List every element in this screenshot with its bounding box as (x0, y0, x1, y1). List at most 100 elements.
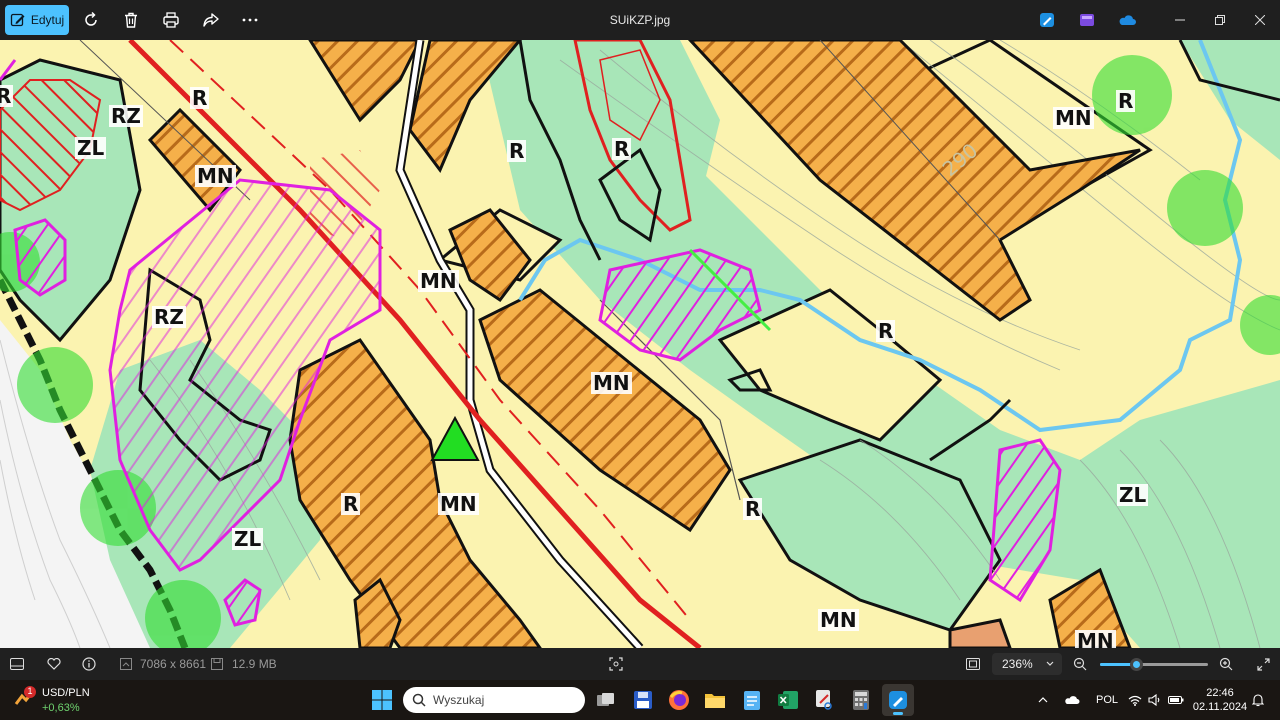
active-app-indicator (893, 712, 903, 715)
map-label: R (0, 85, 14, 107)
close-icon (1255, 15, 1265, 25)
tray-onedrive[interactable] (1064, 680, 1080, 720)
minimize-icon (1175, 19, 1185, 21)
stock-change: +0,63% (42, 702, 80, 714)
favorite-icon[interactable] (44, 654, 64, 674)
map-label: MN (818, 608, 859, 632)
floppy-save-icon (634, 691, 652, 709)
delete-icon[interactable] (119, 8, 143, 32)
tray-overflow-chevron[interactable] (1038, 680, 1048, 720)
taskbar-app-calculator[interactable] (845, 684, 877, 716)
image-dimensions: 7086 x 8661 (140, 657, 207, 671)
map-label: R (612, 137, 632, 161)
restore-icon (1215, 15, 1225, 25)
calculator-icon (853, 690, 869, 710)
map-label: MN (1075, 630, 1116, 648)
snipping-tool-icon (816, 690, 832, 710)
stock-badge: 1 (27, 686, 33, 696)
map-label: R (1116, 89, 1136, 113)
clipchamp-icon[interactable] (1075, 8, 1099, 32)
map-label: R (341, 492, 361, 516)
map-label: MN (195, 164, 236, 188)
map-label: R (190, 86, 210, 110)
zoom-out-icon[interactable] (1070, 654, 1090, 674)
editor-app-icon[interactable] (1035, 8, 1059, 32)
speaker-icon (1148, 694, 1160, 706)
start-button[interactable] (366, 684, 398, 716)
print-icon[interactable] (159, 8, 183, 32)
map-label: R (743, 497, 763, 521)
dimensions-icon (116, 654, 136, 674)
taskbar-app-firefox[interactable] (663, 684, 695, 716)
search-icon (412, 693, 426, 707)
notifications-button[interactable] (1252, 680, 1264, 720)
zoning-map-image: 290 (0, 40, 1280, 648)
taskbar-app-excel[interactable] (772, 684, 804, 716)
taskbar-app-photos[interactable] (882, 684, 914, 716)
windows-logo-icon (372, 690, 392, 710)
crop-select-icon[interactable] (606, 654, 626, 674)
tray-battery[interactable] (1168, 680, 1184, 720)
chevron-down-icon (1046, 661, 1054, 666)
map-label: ZL (232, 527, 264, 551)
taskbar-app-snipping[interactable] (808, 684, 840, 716)
file-size: 12.9 MB (232, 657, 277, 671)
map-label: R (507, 139, 527, 163)
onedrive-icon[interactable] (1115, 8, 1139, 32)
map-label: MN (418, 269, 459, 293)
zoom-slider[interactable] (1100, 658, 1208, 671)
clock-date: 02.11.2024 (1192, 701, 1248, 713)
bell-icon (1252, 694, 1264, 707)
wifi-icon (1128, 695, 1142, 706)
stock-widget[interactable]: 1 USD/PLN +0,63% (14, 686, 90, 714)
windows-taskbar: 1 USD/PLN +0,63% Wyszukaj POL 22:46 02.1… (0, 680, 1280, 720)
battery-icon (1168, 696, 1184, 704)
tray-wifi[interactable] (1128, 680, 1142, 720)
fullscreen-icon[interactable] (1253, 654, 1273, 674)
map-label: RZ (152, 305, 186, 329)
zoom-level-value: 236% (1002, 657, 1033, 671)
info-icon[interactable] (79, 654, 99, 674)
edit-button-label: Edytuj (30, 13, 65, 27)
excel-icon (778, 691, 798, 709)
close-button[interactable] (1240, 0, 1280, 40)
edit-button[interactable]: Edytuj (5, 5, 69, 35)
more-icon[interactable] (238, 8, 262, 32)
info-bar: 7086 x 8661 12.9 MB 236% (0, 648, 1280, 680)
edit-icon (10, 13, 25, 27)
taskbar-app-explorer[interactable] (699, 684, 731, 716)
title-bar: Edytuj SUiKZP.jpg (0, 0, 1280, 40)
zoom-level-dropdown[interactable]: 236% (992, 653, 1062, 675)
cloud-icon (1065, 696, 1080, 704)
language-indicator[interactable]: POL (1096, 680, 1118, 720)
map-label: RZ (109, 104, 143, 128)
map-label: MN (591, 371, 632, 395)
zoom-in-icon[interactable] (1216, 654, 1236, 674)
minimize-button[interactable] (1160, 0, 1200, 40)
taskbar-search-box[interactable]: Wyszukaj (403, 687, 585, 713)
map-label: ZL (75, 136, 107, 160)
map-label: MN (1053, 106, 1094, 130)
firefox-icon (669, 690, 689, 710)
map-label: ZL (1117, 483, 1149, 507)
taskbar-app-save[interactable] (627, 684, 659, 716)
map-image-view[interactable]: 290 R RZ ZL MN R R MN R MN RZ MN MN R R … (0, 40, 1280, 648)
map-label: R (876, 319, 896, 343)
tray-volume[interactable] (1148, 680, 1162, 720)
task-view-icon (597, 693, 614, 706)
map-label: MN (438, 492, 479, 516)
zoom-slider-thumb[interactable] (1129, 658, 1143, 671)
task-view-button[interactable] (590, 684, 622, 716)
fit-to-window-icon[interactable] (963, 654, 983, 674)
taskbar-app-notepad[interactable] (736, 684, 768, 716)
share-icon[interactable] (199, 8, 223, 32)
rotate-icon[interactable] (79, 8, 103, 32)
filmstrip-icon[interactable] (7, 654, 27, 674)
notepad-icon (744, 691, 760, 710)
restore-button[interactable] (1200, 0, 1240, 40)
photos-app-window: Edytuj SUiKZP.jpg 290 R RZ ZL MN R R MN … (0, 0, 1280, 720)
file-size-icon (207, 654, 227, 674)
stock-name: USD/PLN (42, 687, 90, 699)
clock-time: 22:46 (1206, 687, 1234, 699)
clock[interactable]: 22:46 02.11.2024 (1192, 686, 1248, 714)
